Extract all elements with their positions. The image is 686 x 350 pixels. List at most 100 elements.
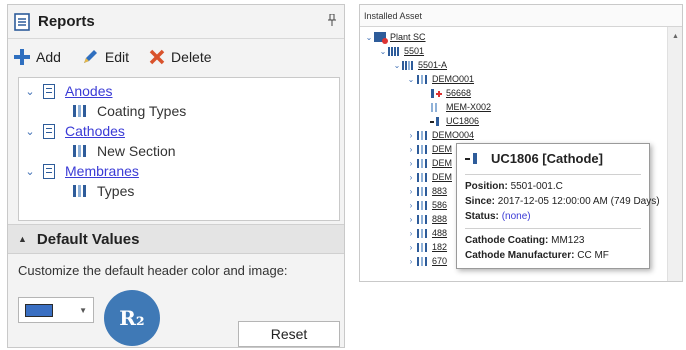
edit-button[interactable]: Edit <box>81 48 129 66</box>
chevron-down-icon[interactable]: ⌄ <box>364 33 374 42</box>
chevron-right-icon[interactable]: › <box>406 201 416 210</box>
delete-button[interactable]: Delete <box>149 49 212 65</box>
tooltip-status: Status: (none) <box>465 211 531 222</box>
plant-icon <box>374 32 388 44</box>
collapse-triangle-icon[interactable]: ▲ <box>18 234 27 244</box>
position-label: Position: <box>465 181 508 192</box>
node-label-uc1806[interactable]: UC1806 <box>446 116 479 126</box>
node-label-56668[interactable]: 56668 <box>446 88 471 98</box>
tree-node-coating-types[interactable]: Coating Types <box>73 101 186 121</box>
tooltip-divider <box>465 174 641 175</box>
tree-node-row-1[interactable]: › DEMO004 <box>406 129 474 141</box>
tree-label-types: Types <box>97 183 135 199</box>
scroll-up-icon[interactable]: ▲ <box>672 33 679 40</box>
node-label-5501-a[interactable]: 5501-A <box>418 60 447 70</box>
tree-node-row-5[interactable]: › 883 <box>406 185 447 197</box>
tree-node-row-6[interactable]: › 586 <box>406 199 447 211</box>
pencil-icon <box>83 50 97 63</box>
chevron-down-icon[interactable]: ⌄ <box>23 165 37 178</box>
tree-node-new-section[interactable]: New Section <box>73 141 176 161</box>
tree-node-5501[interactable]: ⌄ 5501 <box>378 45 424 57</box>
header-color-picker[interactable]: ▼ <box>18 297 94 323</box>
tree-node-row-4[interactable]: › DEM <box>406 171 452 183</box>
tree-label-anodes[interactable]: Anodes <box>65 83 112 99</box>
status-label: Status: <box>465 211 499 222</box>
cell-icon <box>416 74 428 84</box>
chevron-right-icon[interactable]: › <box>406 187 416 196</box>
node-label-row-4[interactable]: DEM <box>432 172 452 182</box>
tree-node-56668[interactable]: 56668 <box>430 87 471 99</box>
chevron-down-icon[interactable]: ⌄ <box>378 47 388 56</box>
node-label-row-7[interactable]: 888 <box>432 214 447 224</box>
tree-node-row-8[interactable]: › 488 <box>406 227 447 239</box>
tree-label-cathodes[interactable]: Cathodes <box>65 123 125 139</box>
tree-node-5501-a[interactable]: ⌄ 5501-A <box>392 59 447 71</box>
tree-node-row-10[interactable]: › 670 <box>406 255 447 267</box>
tree-node-row-7[interactable]: › 888 <box>406 213 447 225</box>
node-label-row-9[interactable]: 182 <box>432 242 447 252</box>
node-label-row-8[interactable]: 488 <box>432 228 447 238</box>
tooltip-title-text: UC1806 [Cathode] <box>491 151 603 166</box>
cell-stack-icon <box>388 46 400 56</box>
tree-node-uc1806[interactable]: UC1806 <box>430 115 479 127</box>
reports-tree: ⌄ Anodes Coating Types ⌄ Cathodes New Se… <box>18 77 340 221</box>
chevron-right-icon[interactable]: › <box>406 159 416 168</box>
tree-node-mem-x002[interactable]: MEM-X002 <box>430 101 491 113</box>
node-label-row-5[interactable]: 883 <box>432 186 447 196</box>
chevron-right-icon[interactable]: › <box>406 145 416 154</box>
chevron-right-icon[interactable]: › <box>406 257 416 266</box>
since-label: Since: <box>465 196 496 207</box>
reset-button[interactable]: Reset <box>238 321 340 347</box>
reports-panel: Reports Add Edit Delete ⌄ Anodes Coating… <box>7 4 345 348</box>
status-value: (none) <box>501 211 531 222</box>
chevron-right-icon[interactable]: › <box>406 173 416 182</box>
tree-node-membranes[interactable]: ⌄ Membranes <box>23 161 139 181</box>
tree-node-cathodes[interactable]: ⌄ Cathodes <box>23 121 125 141</box>
report-bars-icon <box>73 185 87 197</box>
node-label-row-6[interactable]: 586 <box>432 200 447 210</box>
report-bars-icon <box>73 105 87 117</box>
node-label-row-1[interactable]: DEMO004 <box>432 130 474 140</box>
default-values-header[interactable]: ▲ Default Values <box>8 224 344 254</box>
node-label-row-3[interactable]: DEM <box>432 158 452 168</box>
installed-asset-header: Installed Asset <box>360 5 682 27</box>
tree-node-types[interactable]: Types <box>73 181 134 201</box>
vertical-scrollbar[interactable]: ▲ <box>667 27 682 281</box>
cell-icon <box>416 242 428 252</box>
node-label-5501[interactable]: 5501 <box>404 46 424 56</box>
tree-node-row-9[interactable]: › 182 <box>406 241 447 253</box>
cathode-icon <box>430 116 442 126</box>
chevron-right-icon[interactable]: › <box>406 229 416 238</box>
chevron-down-icon[interactable]: ⌄ <box>392 61 402 70</box>
pin-icon[interactable] <box>328 13 336 29</box>
node-label-row-10[interactable]: 670 <box>432 256 447 266</box>
tree-node-plant[interactable]: ⌄ Plant SC <box>364 31 426 44</box>
tree-label-membranes[interactable]: Membranes <box>65 163 139 179</box>
header-logo-image[interactable]: R₂ <box>104 290 160 346</box>
chevron-right-icon[interactable]: › <box>406 215 416 224</box>
tree-node-anodes[interactable]: ⌄ Anodes <box>23 81 112 101</box>
tree-node-row-3[interactable]: › DEM <box>406 157 452 169</box>
section-document-icon <box>43 83 55 99</box>
node-label-mem-x002[interactable]: MEM-X002 <box>446 102 491 112</box>
chevron-right-icon[interactable]: › <box>406 243 416 252</box>
node-label-row-2[interactable]: DEM <box>432 144 452 154</box>
chevron-down-icon[interactable]: ⌄ <box>406 75 416 84</box>
add-button[interactable]: Add <box>14 49 61 65</box>
plant-label[interactable]: Plant SC <box>390 32 426 42</box>
tooltip-manufacturer: Cathode Manufacturer: CC MF <box>465 250 609 261</box>
cell-icon <box>416 256 428 266</box>
tree-node-demo001[interactable]: ⌄ DEMO001 <box>406 73 474 85</box>
chevron-down-icon[interactable]: ⌄ <box>23 125 37 138</box>
color-swatch <box>25 303 53 317</box>
add-label: Add <box>36 49 61 65</box>
node-label-demo001[interactable]: DEMO001 <box>432 74 474 84</box>
reports-header: Reports <box>8 5 344 39</box>
cell-icon <box>416 130 428 140</box>
report-document-icon <box>14 12 30 31</box>
chevron-right-icon[interactable]: › <box>406 131 416 140</box>
tooltip-title: UC1806 [Cathode] <box>465 151 603 166</box>
tree-node-row-2[interactable]: › DEM <box>406 143 452 155</box>
chevron-down-icon[interactable]: ⌄ <box>23 85 37 98</box>
position-value: 5501-001.C <box>510 181 563 192</box>
